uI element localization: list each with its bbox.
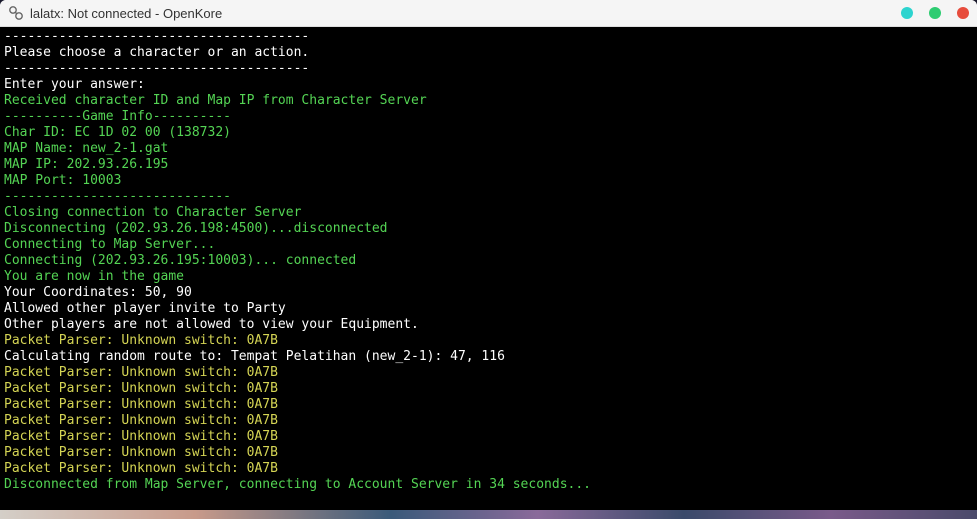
terminal-line: Packet Parser: Unknown switch: 0A7B	[4, 397, 973, 413]
terminal-line: Connecting to Map Server...	[4, 237, 973, 253]
terminal-line: Your Coordinates: 50, 90	[4, 285, 973, 301]
terminal-line: Packet Parser: Unknown switch: 0A7B	[4, 365, 973, 381]
terminal-line: Packet Parser: Unknown switch: 0A7B	[4, 333, 973, 349]
terminal-line: Packet Parser: Unknown switch: 0A7B	[4, 445, 973, 461]
terminal-line: MAP Port: 10003	[4, 173, 973, 189]
terminal-line: -----------------------------	[4, 189, 973, 205]
terminal-line: Packet Parser: Unknown switch: 0A7B	[4, 381, 973, 397]
terminal-line: Other players are not allowed to view yo…	[4, 317, 973, 333]
titlebar[interactable]: lalatx: Not connected - OpenKore	[0, 0, 977, 27]
window-controls	[901, 0, 969, 26]
terminal-line: Allowed other player invite to Party	[4, 301, 973, 317]
minimize-button[interactable]	[901, 7, 913, 19]
app-window: lalatx: Not connected - OpenKore -------…	[0, 0, 977, 510]
terminal-output[interactable]: ---------------------------------------P…	[0, 27, 977, 513]
terminal-line: Packet Parser: Unknown switch: 0A7B	[4, 429, 973, 445]
terminal-line: Calculating random route to: Tempat Pela…	[4, 349, 973, 365]
terminal-line: ---------------------------------------	[4, 29, 973, 45]
close-button[interactable]	[957, 7, 969, 19]
terminal-line: Received character ID and Map IP from Ch…	[4, 93, 973, 109]
terminal-line: Char ID: EC 1D 02 00 (138732)	[4, 125, 973, 141]
taskbar[interactable]	[0, 510, 977, 519]
app-icon	[8, 5, 24, 21]
terminal-line: You are now in the game	[4, 269, 973, 285]
terminal-line: Disconnected from Map Server, connecting…	[4, 477, 973, 493]
terminal-line: Disconnecting (202.93.26.198:4500)...dis…	[4, 221, 973, 237]
terminal-line: Please choose a character or an action.	[4, 45, 973, 61]
terminal-line: MAP IP: 202.93.26.195	[4, 157, 973, 173]
terminal-line: ---------------------------------------	[4, 61, 973, 77]
terminal-line: Closing connection to Character Server	[4, 205, 973, 221]
terminal-line: ----------Game Info----------	[4, 109, 973, 125]
terminal-line: MAP Name: new_2-1.gat	[4, 141, 973, 157]
maximize-button[interactable]	[929, 7, 941, 19]
terminal-line: Connecting (202.93.26.195:10003)... conn…	[4, 253, 973, 269]
terminal-line: Packet Parser: Unknown switch: 0A7B	[4, 413, 973, 429]
terminal-line: Packet Parser: Unknown switch: 0A7B	[4, 461, 973, 477]
window-title: lalatx: Not connected - OpenKore	[30, 6, 222, 21]
terminal-line: Enter your answer:	[4, 77, 973, 93]
